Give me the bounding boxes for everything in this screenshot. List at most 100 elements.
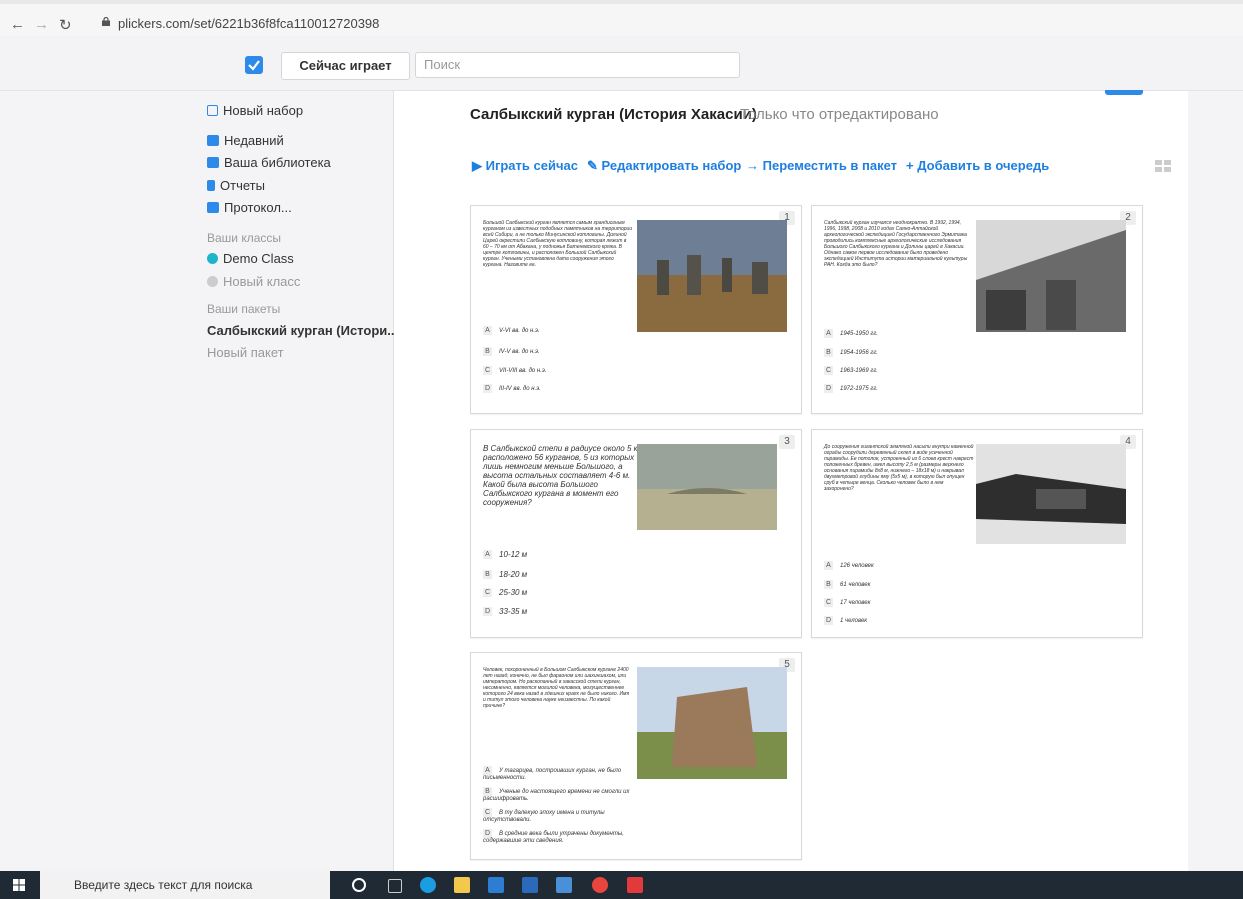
answer-option: D1 человек bbox=[824, 616, 868, 625]
mail-icon[interactable] bbox=[522, 877, 538, 893]
recent-icon bbox=[207, 135, 219, 146]
answer-option: B 1954-1956 гг. bbox=[824, 348, 878, 357]
action-label: Редактировать набор bbox=[601, 158, 742, 173]
answer-option: B 61 человек bbox=[824, 580, 870, 589]
option-text: 1954-1956 гг. bbox=[840, 350, 878, 357]
sidebar-item-label: Ваша библиотека bbox=[224, 155, 331, 170]
cortana-icon[interactable] bbox=[352, 878, 366, 892]
play-now-button[interactable]: ▶ Играть сейчас bbox=[472, 158, 578, 174]
question-number: 3 bbox=[779, 435, 795, 449]
option-text: 1945-1950 гг. bbox=[840, 331, 878, 338]
question-card[interactable]: 3 В Салбыкской степи в радиусе около 5 к… bbox=[470, 429, 802, 638]
browser-toolbar: ← → ↻ plickers.com/set/6221b36f8fca11001… bbox=[0, 0, 1243, 36]
answer-option: CВ ту далекую эпоху имена и титулы отсут… bbox=[483, 808, 605, 823]
option-text: V-VI вв. до н.э. bbox=[499, 328, 540, 335]
question-card[interactable]: 5 Человек, похороненный в Большом Салбык… bbox=[470, 652, 802, 860]
sidebar-item-protocol[interactable]: Протокол... bbox=[207, 200, 292, 215]
store-icon[interactable] bbox=[488, 877, 504, 893]
option-text: 17 человек bbox=[840, 600, 871, 607]
app-header: Сейчас играет Поиск bbox=[0, 36, 1243, 91]
option-text: В средние века были утрачены документы, … bbox=[483, 831, 624, 844]
option-text: 18-20 м bbox=[499, 570, 528, 579]
burial-chamber-image bbox=[976, 444, 1126, 544]
question-text: В Салбыкской степи в радиусе около 5 км … bbox=[483, 444, 643, 507]
action-label: Переместить в пакет bbox=[762, 158, 898, 173]
option-text: 33-35 м bbox=[499, 607, 528, 616]
edit-set-button[interactable]: ✎ Редактировать набор bbox=[587, 158, 741, 174]
answer-option: A 126 человек bbox=[824, 561, 874, 570]
now-playing-button[interactable]: Сейчас играет bbox=[281, 52, 410, 80]
answer-option: C VII-VIII вв. до н.э. bbox=[483, 366, 547, 375]
calculator-icon[interactable] bbox=[556, 877, 572, 893]
play-icon: ▶ bbox=[472, 158, 486, 173]
excavation-photo-image bbox=[976, 220, 1126, 332]
sidebar-item-label: Недавний bbox=[224, 133, 284, 148]
sidebar-item-recent[interactable]: Недавний bbox=[207, 133, 284, 148]
page-title: Салбыкский курган (История Хакасии) bbox=[470, 106, 757, 123]
sidebar bbox=[0, 91, 394, 871]
sidebar-item-new-set[interactable]: Новый набор bbox=[207, 103, 303, 118]
sidebar-item-pack[interactable]: Салбыкский курган (Истори... bbox=[207, 323, 398, 338]
sidebar-item-new-class[interactable]: Новый класс bbox=[207, 274, 300, 289]
lock-icon bbox=[102, 17, 110, 26]
sidebar-item-label: Отчеты bbox=[220, 178, 265, 193]
file-explorer-icon[interactable] bbox=[454, 877, 470, 893]
taskbar-search-input[interactable]: Введите здесь текст для поиска bbox=[40, 871, 330, 899]
plus-icon: + bbox=[906, 158, 918, 173]
task-view-icon[interactable] bbox=[388, 879, 402, 893]
sidebar-item-label: Новый набор bbox=[223, 103, 304, 118]
question-card[interactable]: 1 Большой Салбыкский курган является сам… bbox=[470, 205, 802, 414]
back-icon[interactable]: ← bbox=[10, 16, 25, 33]
right-gutter bbox=[1188, 91, 1243, 871]
class-dot-icon bbox=[207, 253, 218, 264]
edit-icon: ✎ bbox=[587, 158, 602, 173]
option-text: Ученые до настоящего времени не смогли и… bbox=[483, 789, 630, 802]
taskbar: Введите здесь текст для поиска bbox=[0, 871, 1243, 899]
question-card[interactable]: 2 Салбыкский курган изучался неоднократн… bbox=[811, 205, 1143, 414]
option-text: 126 человек bbox=[840, 563, 874, 570]
add-to-queue-button[interactable]: + Добавить в очередь bbox=[906, 158, 1049, 173]
select-checkbox[interactable] bbox=[245, 56, 263, 74]
option-text: 1963-1969 гг. bbox=[840, 368, 878, 375]
search-input[interactable]: Поиск bbox=[415, 52, 740, 78]
edit-icon bbox=[207, 105, 218, 116]
answer-option: C 1963-1969 гг. bbox=[824, 366, 878, 375]
classes-header: Ваши классы bbox=[207, 231, 282, 245]
answer-option: D 1972-1975 гг. bbox=[824, 384, 878, 393]
option-text: В ту далекую эпоху имена и титулы отсутс… bbox=[483, 810, 605, 823]
arrow-right-icon: → bbox=[746, 158, 763, 173]
sidebar-item-library[interactable]: Ваша библиотека bbox=[207, 155, 331, 170]
windows-start-icon[interactable] bbox=[13, 879, 25, 891]
top-action-button[interactable] bbox=[1105, 90, 1143, 95]
chrome-icon[interactable] bbox=[592, 877, 608, 893]
question-text: Салбыкский курган изучался неоднократно.… bbox=[824, 220, 968, 268]
forward-icon[interactable]: → bbox=[34, 16, 49, 33]
edge-icon[interactable] bbox=[420, 877, 436, 893]
answer-option: B 18-20 м bbox=[483, 570, 528, 580]
option-text: IV-V вв. до н.э. bbox=[499, 349, 540, 356]
folder-icon bbox=[207, 157, 219, 168]
sidebar-item-demo-class[interactable]: Demo Class bbox=[207, 251, 294, 266]
sidebar-item-label: Протокол... bbox=[224, 200, 292, 215]
kurgan-stones-image bbox=[637, 220, 787, 332]
app-icon[interactable] bbox=[627, 877, 643, 893]
answer-option: A V-VI вв. до н.э. bbox=[483, 326, 540, 335]
sidebar-item-new-pack[interactable]: Новый пакет bbox=[207, 345, 284, 360]
address-bar[interactable]: plickers.com/set/6221b36f8fca11001272039… bbox=[118, 16, 379, 31]
steppe-mound-image bbox=[637, 444, 777, 530]
move-to-pack-button[interactable]: → Переместить в пакет bbox=[746, 158, 897, 173]
check-icon bbox=[248, 60, 260, 71]
option-text: 1 человек bbox=[840, 618, 868, 625]
answer-option: DВ средние века были утрачены документы,… bbox=[483, 829, 624, 844]
answer-option: B Ученые до настоящего времени не смогли … bbox=[483, 787, 630, 802]
question-text: До сооружения гигантской земляной насыпи… bbox=[824, 444, 974, 492]
packs-header: Ваши пакеты bbox=[207, 302, 281, 316]
answer-option: C 25-30 м bbox=[483, 588, 528, 598]
sidebar-item-reports[interactable]: Отчеты bbox=[207, 178, 265, 193]
reload-icon[interactable]: ↻ bbox=[59, 16, 72, 34]
answer-option: B IV-V вв. до н.э. bbox=[483, 347, 540, 356]
question-card[interactable]: 4 До сооружения гигантской земляной насы… bbox=[811, 429, 1143, 638]
edit-status: Только что отредактировано bbox=[740, 106, 939, 123]
grid-view-icon[interactable] bbox=[1155, 160, 1171, 172]
reports-icon bbox=[207, 180, 215, 191]
